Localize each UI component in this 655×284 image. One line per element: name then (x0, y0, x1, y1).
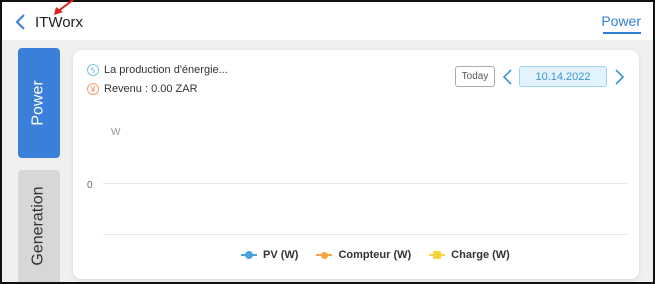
back-chevron-icon[interactable] (12, 12, 30, 32)
legend-label-charge: Charge (W) (451, 249, 510, 261)
side-tab-generation-label: Generation (30, 186, 48, 266)
power-chart-card: ϟ La production d'énergie... ¥ Revenu : … (73, 50, 639, 279)
legend-item-compteur[interactable]: Compteur (W) (316, 249, 411, 261)
chart-legend: PV (W) Compteur (W) Charge (W) (241, 248, 528, 262)
x-axis-line (103, 234, 627, 235)
legend-item-charge[interactable]: Charge (W) (429, 249, 510, 261)
yen-icon: ¥ (87, 83, 99, 95)
main-content: Power Generation ϟ La production d'énerg… (2, 40, 653, 282)
page-title: ITWorx (35, 14, 84, 31)
legend-label-pv: PV (W) (263, 249, 299, 261)
side-tab-power[interactable]: Power (18, 48, 60, 158)
side-tab-generation[interactable]: Generation (18, 170, 60, 282)
active-tab-indicator (603, 32, 641, 34)
legend-item-pv[interactable]: PV (W) (241, 249, 298, 261)
energy-icon: ϟ (87, 64, 99, 76)
legend-swatch-compteur (316, 250, 333, 260)
legend-label-compteur: Compteur (W) (338, 249, 412, 261)
date-picker[interactable]: 10.14.2022 (519, 66, 607, 87)
today-button[interactable]: Today (455, 66, 495, 87)
legend-swatch-charge (429, 250, 446, 260)
legend-swatch-pv (241, 250, 257, 260)
grid-line-zero (103, 183, 627, 184)
revenue-label: Revenu : 0.00 ZAR (104, 83, 198, 95)
side-tab-power-label: Power (30, 80, 48, 126)
revenue-row: ¥ Revenu : 0.00 ZAR (87, 81, 198, 97)
energy-label: La production d'énergie... (104, 64, 228, 76)
annotation-arrow-icon (54, 0, 74, 15)
y-axis-unit: W (111, 127, 121, 138)
energy-row: ϟ La production d'énergie... (87, 62, 228, 78)
date-prev-chevron-icon[interactable] (501, 68, 515, 86)
y-tick-zero: 0 (87, 180, 93, 191)
app-header: ITWorx Power (2, 2, 653, 40)
date-next-chevron-icon[interactable] (612, 68, 626, 86)
tab-power[interactable]: Power (601, 13, 641, 29)
